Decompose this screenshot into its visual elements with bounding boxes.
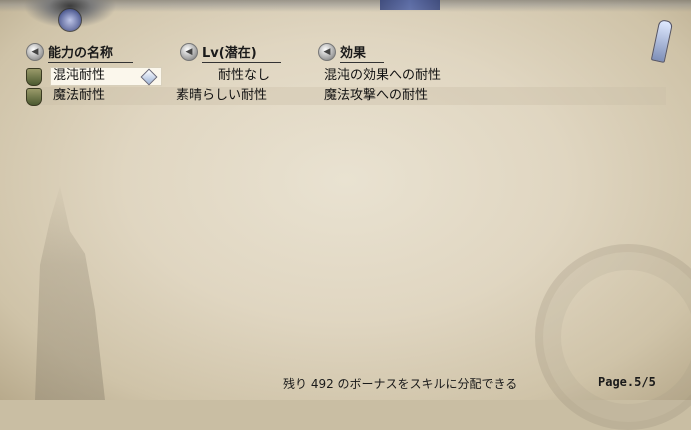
- crystal-icon: [650, 19, 674, 63]
- selected-gem-icon: [140, 68, 158, 86]
- top-right-ornament: [621, 0, 691, 63]
- column-header-name-label: 能力の名称: [48, 42, 134, 63]
- page-indicator[interactable]: Page.5/5: [598, 375, 656, 389]
- skill-name: 魔法耐性: [53, 88, 106, 103]
- skill-shield-icon: [26, 88, 42, 106]
- top-decoration-strip: [380, 0, 440, 10]
- sort-bullet-icon: ◀: [26, 43, 44, 61]
- skill-effect: 魔法攻撃への耐性: [324, 88, 429, 103]
- sort-bullet-icon: ◀: [180, 43, 198, 61]
- bonus-points-message: 残り 492 のボーナスをスキルに分配できる: [283, 377, 518, 391]
- skill-effect: 混沌の効果への耐性: [324, 68, 442, 83]
- column-header-level[interactable]: ◀ Lv(潜在): [180, 42, 281, 63]
- column-header-effect-label: 効果: [340, 42, 385, 63]
- skill-level: 耐性なし: [218, 68, 271, 83]
- ornament-gem-icon: [58, 8, 82, 32]
- skill-name: 混沌耐性: [53, 68, 106, 83]
- skill-row[interactable]: 魔法耐性 素晴らしい耐性 魔法攻撃への耐性: [26, 87, 666, 106]
- sort-bullet-icon: ◀: [318, 43, 336, 61]
- column-header-effect[interactable]: ◀ 効果: [318, 42, 385, 63]
- skill-level: 素晴らしい耐性: [176, 88, 268, 103]
- skill-row[interactable]: 混沌耐性 耐性なし 混沌の効果への耐性: [26, 67, 666, 86]
- column-header-level-label: Lv(潜在): [202, 42, 281, 63]
- skill-shield-icon: [26, 68, 42, 86]
- column-header-name[interactable]: ◀ 能力の名称: [26, 42, 134, 63]
